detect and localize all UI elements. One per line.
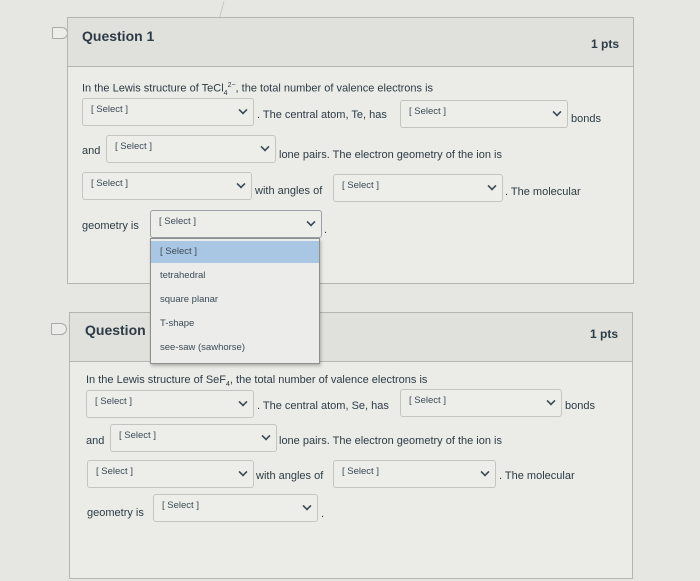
q1-lone-pairs-text: lone pairs. The electron geometry of the… bbox=[279, 149, 502, 161]
q2-geometry-text: geometry is bbox=[87, 507, 144, 519]
chevron-down-icon bbox=[260, 142, 270, 152]
question-1-title: Question 1 bbox=[82, 28, 155, 44]
q2-molecular-text: . The molecular bbox=[499, 470, 575, 482]
q1-electron-geometry-select[interactable]: [ Select ] bbox=[82, 172, 252, 200]
select-value: [ Select ] bbox=[119, 430, 156, 441]
q1-molecular-geometry-select[interactable]: [ Select ] bbox=[150, 210, 322, 238]
q2-central-atom-text: . The central atom, Se, has bbox=[257, 400, 389, 412]
bookmark-flag-icon[interactable] bbox=[52, 27, 68, 39]
chevron-down-icon bbox=[546, 396, 556, 406]
q2-and-text: and bbox=[86, 435, 105, 447]
q2-electron-geometry-select[interactable]: [ Select ] bbox=[87, 460, 254, 488]
question-1-points: 1 pts bbox=[590, 37, 619, 51]
q2-period-text: . bbox=[321, 508, 325, 520]
dropdown-option[interactable]: see-saw (sawhorse) bbox=[151, 337, 319, 359]
q1-angles-text: with angles of bbox=[255, 185, 323, 197]
q2-bonds-select[interactable]: [ Select ] bbox=[400, 389, 562, 417]
select-value: [ Select ] bbox=[95, 396, 132, 407]
select-value: [ Select ] bbox=[91, 104, 128, 115]
select-value: [ Select ] bbox=[115, 141, 152, 152]
chevron-down-icon bbox=[238, 467, 248, 477]
chevron-down-icon bbox=[261, 431, 271, 441]
q2-lone-pairs-select[interactable]: [ Select ] bbox=[110, 424, 277, 452]
question-2-intro: In the Lewis structure of SeF4, the tota… bbox=[86, 374, 428, 389]
select-value: [ Select ] bbox=[409, 395, 446, 406]
question-1-intro: In the Lewis structure of TeCl42−, the t… bbox=[82, 82, 434, 97]
chevron-down-icon bbox=[238, 105, 248, 115]
q1-lone-pairs-select[interactable]: [ Select ] bbox=[106, 135, 276, 163]
question-2-title: Question bbox=[85, 322, 146, 338]
q1-valence-electrons-select[interactable]: [ Select ] bbox=[82, 98, 254, 126]
chevron-down-icon bbox=[236, 179, 246, 189]
dropdown-option[interactable]: T-shape bbox=[151, 313, 319, 335]
select-value: [ Select ] bbox=[162, 500, 199, 511]
q2-angles-text: with angles of bbox=[256, 470, 324, 482]
q1-central-atom-text: . The central atom, Te, has bbox=[257, 109, 387, 121]
q1-bonds-select[interactable]: [ Select ] bbox=[400, 100, 568, 128]
select-value: [ Select ] bbox=[159, 216, 196, 227]
q1-geometry-text: geometry is bbox=[82, 220, 139, 232]
dropdown-option[interactable]: square planar bbox=[151, 289, 319, 311]
select-value: [ Select ] bbox=[342, 466, 379, 477]
q2-valence-electrons-select[interactable]: [ Select ] bbox=[86, 390, 254, 418]
q2-angles-select[interactable]: [ Select ] bbox=[333, 460, 496, 488]
dropdown-option[interactable]: [ Select ] bbox=[151, 241, 319, 263]
chevron-down-icon bbox=[302, 501, 312, 511]
chevron-down-icon bbox=[552, 107, 562, 117]
chevron-down-icon bbox=[487, 181, 497, 191]
dropdown-option[interactable]: tetrahedral bbox=[151, 265, 319, 287]
molecular-geometry-dropdown-list: [ Select ] tetrahedral square planar T-s… bbox=[150, 238, 320, 364]
select-value: [ Select ] bbox=[342, 180, 379, 191]
chevron-down-icon bbox=[480, 467, 490, 477]
q1-and-text: and bbox=[82, 145, 101, 157]
q2-bonds-text: bonds bbox=[565, 400, 595, 412]
q1-molecular-text: . The molecular bbox=[505, 186, 581, 198]
select-value: [ Select ] bbox=[91, 178, 128, 189]
q1-period-text: . bbox=[324, 224, 328, 236]
q2-lone-pairs-text: lone pairs. The electron geometry of the… bbox=[279, 435, 502, 447]
q1-bonds-text: bonds bbox=[571, 113, 601, 125]
select-value: [ Select ] bbox=[96, 466, 133, 477]
chevron-down-icon bbox=[306, 217, 316, 227]
select-value: [ Select ] bbox=[409, 106, 446, 117]
chevron-down-icon bbox=[238, 397, 248, 407]
bookmark-flag-icon[interactable] bbox=[51, 323, 67, 335]
question-2-points: 1 pts bbox=[589, 327, 618, 341]
q1-angles-select[interactable]: [ Select ] bbox=[333, 174, 503, 202]
q2-molecular-geometry-select[interactable]: [ Select ] bbox=[153, 494, 318, 522]
